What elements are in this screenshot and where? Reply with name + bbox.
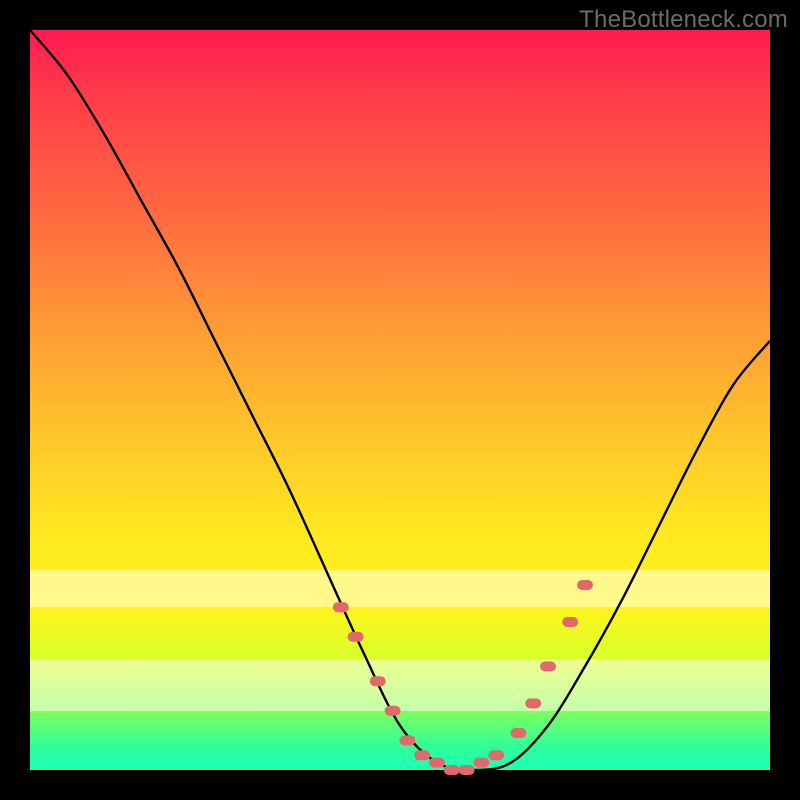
marker-point [510,728,526,738]
marker-point [459,765,475,775]
marker-point [540,661,556,671]
marker-point [385,706,401,716]
marker-point [399,735,415,745]
marker-point [473,758,489,768]
marker-point [429,758,445,768]
marker-point [444,765,460,775]
marker-point [370,676,386,686]
marker-point [333,602,349,612]
bottleneck-curve [30,30,770,770]
marker-point [525,698,541,708]
marker-point [562,617,578,627]
marker-group [333,580,593,775]
plot-frame [30,30,770,770]
marker-point [348,632,364,642]
marker-point [414,750,430,760]
marker-point [577,580,593,590]
chart-svg [30,30,770,770]
marker-point [488,750,504,760]
